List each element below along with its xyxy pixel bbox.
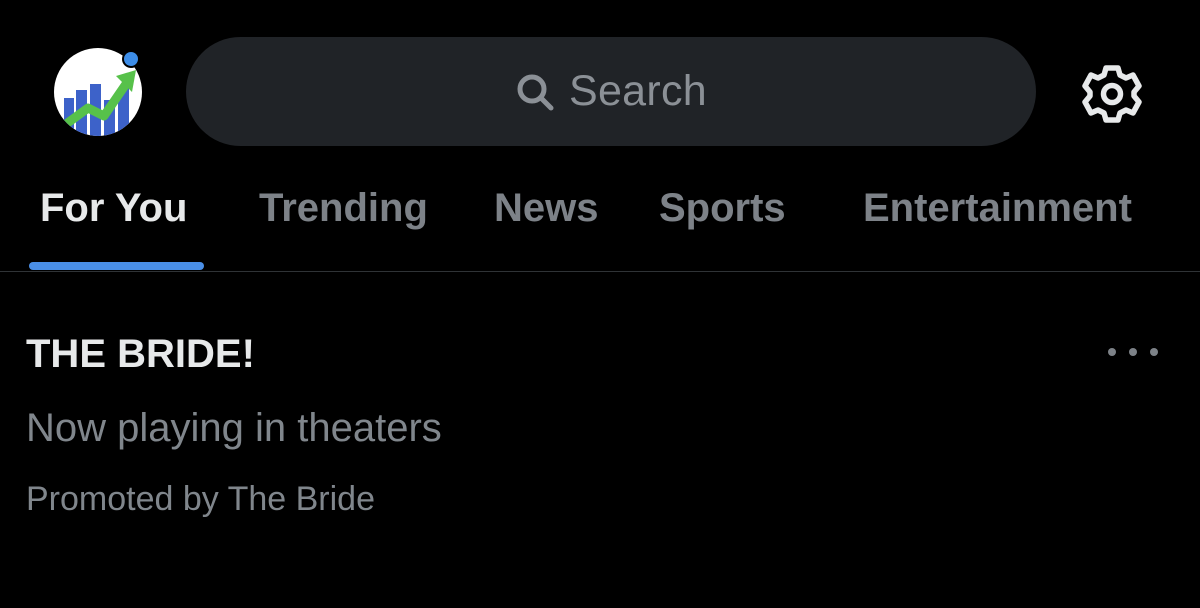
- trend-title: THE BRIDE!: [26, 332, 255, 376]
- growth-chart-avatar-icon: [54, 48, 142, 136]
- avatar[interactable]: [54, 46, 144, 136]
- more-dot: [1150, 348, 1158, 356]
- gear-icon[interactable]: [1080, 62, 1144, 126]
- tab-entertainment[interactable]: Entertainment: [863, 186, 1132, 231]
- more-dot: [1129, 348, 1137, 356]
- explore-page: Search For You Trending News Sports Ente…: [0, 0, 1200, 608]
- trend-subtitle: Now playing in theaters: [26, 406, 442, 450]
- more-dot: [1108, 348, 1116, 356]
- top-bar: Search: [0, 0, 1200, 180]
- search-placeholder: Search: [568, 67, 708, 115]
- tab-sports[interactable]: Sports: [659, 186, 786, 231]
- active-tab-indicator: [29, 262, 204, 270]
- promoted-label: Promoted by The Bride: [26, 480, 375, 518]
- search-icon: [517, 74, 554, 110]
- tab-for-you[interactable]: For You: [40, 186, 187, 231]
- search-input[interactable]: Search: [186, 37, 1036, 146]
- tab-trending[interactable]: Trending: [259, 186, 428, 231]
- tab-news[interactable]: News: [494, 186, 599, 231]
- more-options-icon[interactable]: [1108, 342, 1158, 362]
- promoted-trend-item[interactable]: THE BRIDE! Now playing in theaters Promo…: [0, 272, 1200, 608]
- tab-bar: For You Trending News Sports Entertainme…: [0, 170, 1200, 271]
